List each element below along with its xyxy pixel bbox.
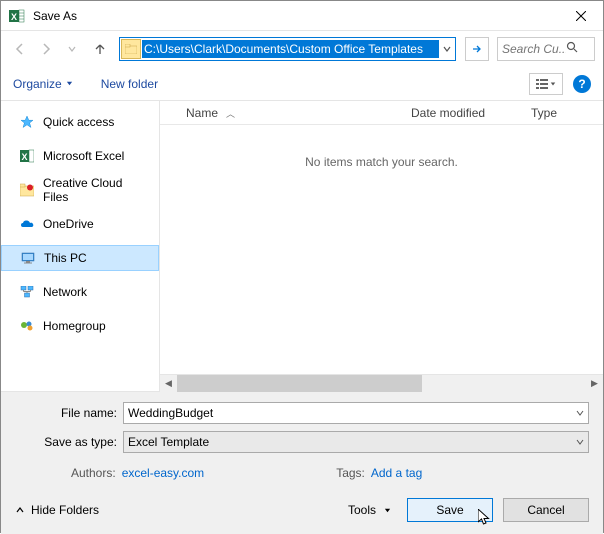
scroll-thumb[interactable] xyxy=(177,375,422,392)
sidebar-item-label: Network xyxy=(43,285,87,299)
savetype-label: Save as type: xyxy=(15,435,123,449)
save-label: Save xyxy=(436,503,463,517)
svg-text:X: X xyxy=(11,12,17,22)
svg-text:X: X xyxy=(21,152,27,162)
scroll-track[interactable] xyxy=(177,375,586,392)
filename-value: WeddingBudget xyxy=(128,406,213,420)
search-box[interactable] xyxy=(497,37,595,61)
address-bar[interactable] xyxy=(119,37,456,61)
empty-message: No items match your search. xyxy=(305,155,458,169)
cursor-icon xyxy=(478,509,492,527)
save-button[interactable]: Save xyxy=(407,498,493,522)
search-input[interactable] xyxy=(502,42,566,56)
sidebar-item-label: OneDrive xyxy=(43,217,94,231)
quick-access-icon xyxy=(19,114,35,130)
column-name[interactable]: Name︿ xyxy=(186,106,411,120)
title-bar: X Save As xyxy=(1,1,603,31)
tools-label: Tools xyxy=(348,503,376,517)
nav-bar xyxy=(1,31,603,67)
close-button[interactable] xyxy=(561,1,601,31)
search-icon xyxy=(566,40,578,58)
go-button[interactable] xyxy=(465,37,489,61)
metadata-row: Authors: excel-easy.com Tags: Add a tag xyxy=(15,460,589,480)
address-input[interactable] xyxy=(142,40,439,58)
cancel-button[interactable]: Cancel xyxy=(503,498,589,522)
toolbar: Organize New folder ? xyxy=(1,67,603,101)
chevron-down-icon xyxy=(384,507,391,514)
scroll-left-button[interactable]: ◀ xyxy=(160,375,177,392)
sidebar-item-onedrive[interactable]: OneDrive xyxy=(1,211,159,237)
sidebar-item-quick-access[interactable]: Quick access xyxy=(1,109,159,135)
address-dropdown[interactable] xyxy=(439,45,455,53)
sort-indicator: ︿ xyxy=(226,109,235,119)
cancel-label: Cancel xyxy=(527,503,564,517)
folder-icon xyxy=(121,39,141,59)
column-type[interactable]: Type xyxy=(531,106,591,120)
help-button[interactable]: ? xyxy=(573,75,591,93)
creative-cloud-icon xyxy=(19,182,35,198)
excel-app-icon: X xyxy=(9,8,25,24)
button-row: Hide Folders Tools Save Cancel xyxy=(15,498,589,522)
sidebar-item-this-pc[interactable]: This PC xyxy=(1,245,159,271)
sidebar-item-label: Creative Cloud Files xyxy=(43,176,151,204)
sidebar-item-homegroup[interactable]: Homegroup xyxy=(1,313,159,339)
tags-label: Tags: xyxy=(336,466,365,480)
organize-menu[interactable]: Organize xyxy=(13,77,73,91)
tags-value[interactable]: Add a tag xyxy=(371,466,422,480)
recent-dropdown[interactable] xyxy=(61,38,83,60)
chevron-down-icon xyxy=(576,408,584,418)
savetype-combo[interactable]: Excel Template xyxy=(123,431,589,453)
hide-folders-label: Hide Folders xyxy=(31,503,99,517)
excel-icon: X xyxy=(19,148,35,164)
network-icon xyxy=(19,284,35,300)
chevron-down-icon xyxy=(66,80,73,87)
scroll-right-button[interactable]: ▶ xyxy=(586,375,603,392)
new-folder-label: New folder xyxy=(101,77,158,91)
authors-label: Authors: xyxy=(71,466,116,480)
sidebar-item-excel[interactable]: X Microsoft Excel xyxy=(1,143,159,169)
tools-menu[interactable]: Tools xyxy=(348,503,391,517)
homegroup-icon xyxy=(19,318,35,334)
column-date[interactable]: Date modified xyxy=(411,106,531,120)
back-button[interactable] xyxy=(9,38,31,60)
view-icon xyxy=(536,79,548,89)
chevron-down-icon xyxy=(576,437,584,447)
chevron-up-icon xyxy=(15,505,25,515)
filename-label: File name: xyxy=(15,406,123,420)
authors-value[interactable]: excel-easy.com xyxy=(122,466,204,480)
organize-label: Organize xyxy=(13,77,62,91)
filename-combo[interactable]: WeddingBudget xyxy=(123,402,589,424)
main-area: Quick access X Microsoft Excel Creative … xyxy=(1,101,603,391)
sidebar-item-creative-cloud[interactable]: Creative Cloud Files xyxy=(1,177,159,203)
file-area: Name︿ Date modified Type No items match … xyxy=(159,101,603,391)
forward-button[interactable] xyxy=(35,38,57,60)
file-list: No items match your search. xyxy=(160,125,603,374)
view-options-button[interactable] xyxy=(529,73,563,95)
sidebar-item-label: Microsoft Excel xyxy=(43,149,124,163)
sidebar-item-label: This PC xyxy=(44,251,87,265)
chevron-down-icon xyxy=(550,81,556,87)
sidebar-item-label: Homegroup xyxy=(43,319,106,333)
savetype-value: Excel Template xyxy=(128,435,209,449)
sidebar-item-network[interactable]: Network xyxy=(1,279,159,305)
sidebar: Quick access X Microsoft Excel Creative … xyxy=(1,101,159,391)
bottom-panel: File name: WeddingBudget Save as type: E… xyxy=(1,391,603,534)
sidebar-item-label: Quick access xyxy=(43,115,114,129)
up-button[interactable] xyxy=(89,38,111,60)
this-pc-icon xyxy=(20,250,36,266)
new-folder-button[interactable]: New folder xyxy=(101,77,158,91)
onedrive-icon xyxy=(19,216,35,232)
window-title: Save As xyxy=(33,9,561,23)
hide-folders-button[interactable]: Hide Folders xyxy=(15,503,99,517)
column-headers: Name︿ Date modified Type xyxy=(160,101,603,125)
horizontal-scrollbar[interactable]: ◀ ▶ xyxy=(160,374,603,391)
